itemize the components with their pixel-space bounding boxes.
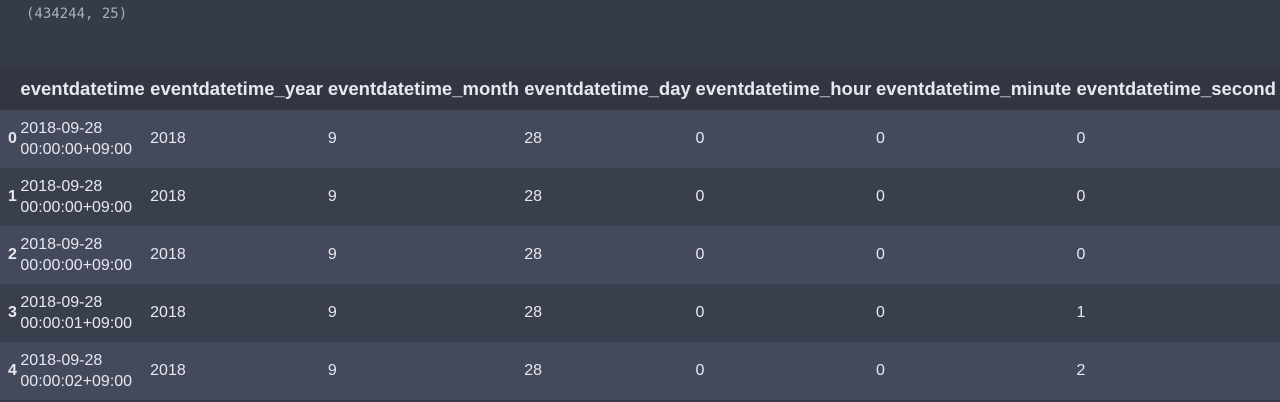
column-header-year: eventdatetime_year [150,67,328,110]
cell-month: 9 [327,304,337,321]
cell-minute: 0 [876,130,885,147]
dataframe-table: eventdatetime eventdatetime_year eventda… [0,67,1280,400]
table-row: 1 2018-09-28 00:00:00+09:00 2018 9 28 0 0… [0,168,1280,226]
dataframe-container[interactable]: eventdatetime eventdatetime_year eventda… [0,67,1280,402]
table-row: 3 2018-09-28 00:00:01+09:00 2018 9 28 0 0… [0,284,1280,342]
cell-second: 0 [1076,246,1086,263]
cell-year: 2018 [150,130,186,147]
cell-month: 9 [327,130,337,147]
cell-eventdatetime: 2018-09-28 00:00:00+09:00 [20,168,150,226]
cell-eventdatetime: 2018-09-28 00:00:00+09:00 [20,226,150,284]
cell-hour: 0 [695,246,705,263]
cell-minute: 0 [876,304,885,321]
cell-minute: 0 [876,246,885,263]
cell-second: 0 [1076,188,1086,205]
column-header-second: eventdatetime_second [1076,67,1280,110]
column-header-day: eventdatetime_day [524,67,696,110]
cell-hour: 0 [695,362,705,379]
index-header-corner [0,67,21,110]
table-row: 0 2018-09-28 00:00:00+09:00 2018 9 28 0 0… [0,110,1280,168]
cell-month: 9 [327,188,337,205]
cell-time: 00:00:02+09:00 [20,373,133,390]
cell-year: 2018 [150,188,186,205]
table-row: 4 2018-09-28 00:00:02+09:00 2018 9 28 0 0… [0,342,1280,400]
cell-day: 28 [524,362,543,379]
cell-second: 0 [1076,130,1086,147]
cell-date: 2018-09-28 [20,178,103,195]
column-header-hour: eventdatetime_hour [695,67,877,110]
row-index: 1 [8,188,17,205]
cell-hour: 0 [695,130,705,147]
cell-time: 00:00:01+09:00 [20,315,133,332]
cell-minute: 0 [876,188,885,205]
cell-day: 28 [524,246,543,263]
cell-date: 2018-09-28 [20,352,103,369]
cell-day: 28 [524,188,543,205]
cell-hour: 0 [695,304,705,321]
header-row: eventdatetime eventdatetime_year eventda… [0,67,1280,110]
cell-second: 2 [1076,362,1086,379]
cell-eventdatetime: 2018-09-28 00:00:00+09:00 [20,110,150,168]
cell-year: 2018 [150,304,186,321]
column-header-month: eventdatetime_month [327,67,525,110]
cell-month: 9 [327,362,337,379]
cell-second: 1 [1076,304,1086,321]
cell-year: 2018 [150,362,186,379]
cell-month: 9 [327,246,337,263]
column-header-minute: eventdatetime_minute [876,67,1077,110]
cell-day: 28 [524,304,543,321]
table-row: 2 2018-09-28 00:00:00+09:00 2018 9 28 0 0… [0,226,1280,284]
cell-hour: 0 [695,188,705,205]
cell-date: 2018-09-28 [20,120,103,137]
cell-time: 00:00:00+09:00 [20,141,133,158]
cell-minute: 0 [876,362,885,379]
notebook-output-area: (434244, 25) eventdatetime eventdatetime… [0,0,1280,402]
row-index: 2 [8,246,17,263]
row-index: 3 [8,304,17,321]
row-index: 0 [8,130,17,147]
cell-year: 2018 [150,246,186,263]
cell-eventdatetime: 2018-09-28 00:00:01+09:00 [20,284,150,342]
row-index: 4 [8,362,17,379]
cell-date: 2018-09-28 [20,294,103,311]
shape-output-text: (434244, 25) [26,6,128,22]
cell-time: 00:00:00+09:00 [20,257,133,274]
cell-time: 00:00:00+09:00 [20,199,133,216]
cell-date: 2018-09-28 [20,236,103,253]
column-header-eventdatetime: eventdatetime [20,67,151,110]
cell-eventdatetime: 2018-09-28 00:00:02+09:00 [20,342,150,400]
cell-day: 28 [524,130,543,147]
